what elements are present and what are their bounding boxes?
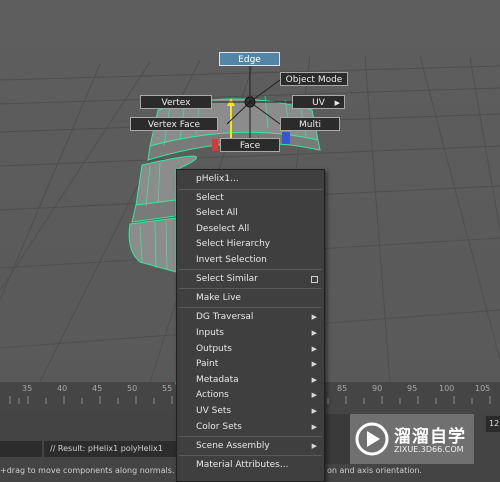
menu-item-label: Select All bbox=[196, 208, 238, 218]
menu-item-deselect-all[interactable]: Deselect All bbox=[177, 222, 324, 237]
menu-item-dg-traversal[interactable]: DG Traversal ▶ bbox=[177, 310, 324, 325]
menu-item-label: UV Sets bbox=[196, 406, 232, 416]
command-line-input[interactable] bbox=[0, 441, 42, 457]
menu-separator bbox=[179, 436, 322, 437]
play-logo-icon bbox=[355, 422, 389, 456]
submenu-arrow-icon: ▶ bbox=[311, 407, 317, 415]
menu-separator bbox=[179, 307, 322, 308]
tick-label: 100 bbox=[439, 384, 455, 393]
context-menu: pHelix1... Select Select All Deselect Al… bbox=[176, 169, 325, 482]
marking-menu-vertex[interactable]: Vertex bbox=[140, 95, 212, 109]
tick-label: 90 bbox=[372, 384, 383, 393]
menu-item-label: Invert Selection bbox=[196, 255, 267, 265]
menu-separator bbox=[179, 288, 322, 289]
tick-label: 35 bbox=[22, 384, 33, 393]
menu-item-inputs[interactable]: Inputs ▶ bbox=[177, 326, 324, 341]
option-box-icon[interactable] bbox=[311, 276, 318, 283]
help-text-left: +drag to move components along normals. … bbox=[0, 466, 188, 475]
tick-label: 40 bbox=[57, 384, 68, 393]
menu-item-label: Paint bbox=[196, 359, 219, 369]
watermark-subtitle: ZIXUE.3D66.COM bbox=[394, 445, 464, 454]
marking-menu-face-label: Face bbox=[239, 141, 261, 151]
menu-separator bbox=[179, 269, 322, 270]
menu-item-label: pHelix1... bbox=[196, 174, 239, 184]
menu-item-invert-selection[interactable]: Invert Selection bbox=[177, 253, 324, 268]
menu-item-scene-assembly[interactable]: Scene Assembly ▶ bbox=[177, 439, 324, 454]
tick-label: 85 bbox=[337, 384, 348, 393]
menu-item-label: Inputs bbox=[196, 328, 224, 338]
marking-menu-face[interactable]: Face bbox=[220, 138, 280, 152]
menu-item-select[interactable]: Select bbox=[177, 191, 324, 206]
menu-item-actions[interactable]: Actions ▶ bbox=[177, 388, 324, 403]
submenu-arrow-icon: ▶ bbox=[311, 329, 317, 337]
menu-item-select-similar[interactable]: Select Similar bbox=[177, 272, 324, 287]
marking-menu-uv[interactable]: UV ▶ bbox=[292, 95, 345, 109]
marking-menu-multi-label: Multi bbox=[299, 120, 321, 130]
menu-item-object-name[interactable]: pHelix1... bbox=[177, 172, 324, 187]
menu-separator bbox=[179, 189, 322, 190]
menu-item-material-attributes[interactable]: Material Attributes... bbox=[177, 458, 324, 473]
marking-menu-object-mode-label: Object Mode bbox=[285, 75, 343, 85]
marking-menu-vertex-label: Vertex bbox=[161, 98, 191, 108]
menu-item-label: DG Traversal bbox=[196, 312, 254, 322]
submenu-arrow-icon: ▶ bbox=[311, 360, 317, 368]
submenu-arrow-icon: ▶ bbox=[311, 423, 317, 431]
menu-item-label: Select bbox=[196, 193, 224, 203]
marking-menu-vertex-face-label: Vertex Face bbox=[147, 120, 201, 130]
menu-item-label: Material Attributes... bbox=[196, 460, 289, 470]
submenu-arrow-icon: ▶ bbox=[311, 313, 317, 321]
marking-menu-vertex-face[interactable]: Vertex Face bbox=[130, 117, 218, 131]
menu-item-label: Metadata bbox=[196, 375, 239, 385]
menu-item-metadata[interactable]: Metadata ▶ bbox=[177, 373, 324, 388]
menu-item-select-hierarchy[interactable]: Select Hierarchy bbox=[177, 237, 324, 252]
menu-item-uv-sets[interactable]: UV Sets ▶ bbox=[177, 404, 324, 419]
tick-label: 95 bbox=[407, 384, 418, 393]
menu-item-label: Select Hierarchy bbox=[196, 239, 271, 249]
marking-menu-edge[interactable]: Edge bbox=[219, 52, 280, 66]
menu-item-label: Make Live bbox=[196, 293, 241, 303]
menu-item-label: Actions bbox=[196, 390, 229, 400]
tick-label: 55 bbox=[162, 384, 173, 393]
move-axis-z bbox=[282, 132, 290, 144]
menu-item-paint[interactable]: Paint ▶ bbox=[177, 357, 324, 372]
menu-item-select-all[interactable]: Select All bbox=[177, 206, 324, 221]
watermark-logo: 溜溜自学 ZIXUE.3D66.COM bbox=[350, 414, 474, 464]
menu-item-make-live[interactable]: Make Live bbox=[177, 291, 324, 306]
tick-label: 50 bbox=[127, 384, 138, 393]
submenu-arrow-icon: ▶ bbox=[334, 99, 340, 107]
submenu-arrow-icon: ▶ bbox=[311, 442, 317, 450]
menu-item-label: Color Sets bbox=[196, 422, 242, 432]
current-frame-field[interactable]: 12 bbox=[486, 416, 500, 432]
submenu-arrow-icon: ▶ bbox=[311, 376, 317, 384]
menu-item-label: Scene Assembly bbox=[196, 441, 270, 451]
menu-separator bbox=[179, 455, 322, 456]
watermark-title: 溜溜自学 bbox=[394, 427, 466, 447]
move-axis-x bbox=[212, 139, 218, 151]
tick-label: 45 bbox=[92, 384, 103, 393]
menu-item-label: Deselect All bbox=[196, 224, 250, 234]
submenu-arrow-icon: ▶ bbox=[311, 391, 317, 399]
tick-label: 105 bbox=[475, 384, 491, 393]
menu-item-color-sets[interactable]: Color Sets ▶ bbox=[177, 420, 324, 435]
submenu-arrow-icon: ▶ bbox=[311, 345, 317, 353]
marking-menu-multi[interactable]: Multi bbox=[280, 117, 340, 131]
menu-item-label: Outputs bbox=[196, 344, 232, 354]
marking-menu-uv-label: UV bbox=[312, 98, 325, 108]
marking-menu-object-mode[interactable]: Object Mode bbox=[280, 72, 348, 86]
menu-item-label: Select Similar bbox=[196, 274, 258, 284]
status-bar-panel bbox=[325, 414, 350, 464]
command-result-field: // Result: pHelix1 polyHelix1 bbox=[44, 441, 176, 457]
marking-menu-edge-label: Edge bbox=[238, 55, 261, 65]
help-text-right: on and axis orientation. bbox=[327, 466, 422, 475]
menu-item-outputs[interactable]: Outputs ▶ bbox=[177, 342, 324, 357]
